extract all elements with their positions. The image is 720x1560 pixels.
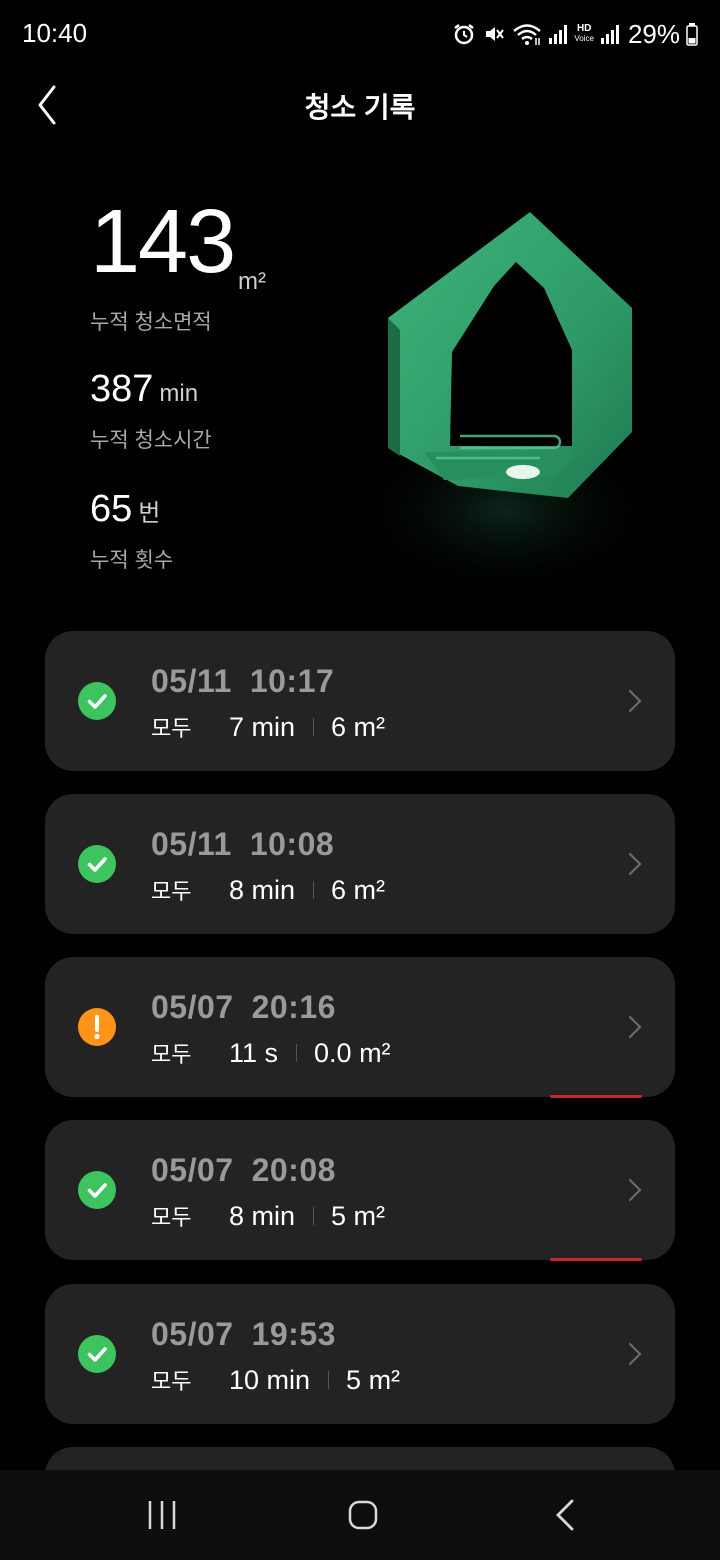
home-icon [348, 1500, 378, 1530]
status-bar: 10:40 HD Voice 29% [0, 0, 720, 70]
time-value: 387 [90, 368, 154, 410]
record-datetime: 05/11 10:17 [151, 663, 334, 700]
status-time: 10:40 [22, 18, 88, 48]
navigation-bar [0, 1470, 720, 1560]
status-icons: HD Voice 29% [452, 16, 698, 52]
record-card[interactable]: 05/07 19:53 모두 10 min 5 m² [45, 1284, 675, 1424]
record-date: 05/07 [151, 1316, 234, 1352]
recents-icon [148, 1501, 176, 1529]
record-datetime: 05/07 20:16 [151, 989, 336, 1026]
record-mode: 모두 [151, 1369, 192, 1394]
divider [328, 1371, 330, 1389]
record-time: 10:08 [249, 826, 335, 862]
record-time: 10:17 [249, 663, 335, 699]
record-area: 6 m² [331, 711, 386, 742]
record-duration: 8 min [229, 1200, 296, 1231]
chevron-right-icon [628, 1178, 642, 1202]
record-area: 0.0 m² [314, 1037, 391, 1068]
record-area: 5 m² [331, 1200, 386, 1231]
check-circle-icon [78, 1171, 116, 1209]
record-time: 20:08 [251, 1152, 336, 1188]
red-indicator [550, 1258, 642, 1261]
house-illustration [345, 212, 660, 600]
divider [313, 881, 315, 899]
record-details: 모두 11 s 0.0 m² [151, 1036, 391, 1070]
record-datetime: 05/07 20:08 [151, 1152, 336, 1189]
wifi-icon [513, 24, 542, 45]
check-circle-icon [78, 682, 116, 720]
check-circle-icon [78, 1335, 116, 1373]
time-stat: 387 min [90, 368, 198, 411]
count-label: 누적 횟수 [90, 549, 174, 572]
record-time: 19:53 [251, 1316, 336, 1352]
chevron-right-icon [628, 689, 642, 713]
count-stat: 65 번 [90, 488, 160, 531]
record-datetime: 05/11 10:08 [151, 826, 334, 863]
record-date: 05/11 [151, 826, 232, 862]
area-unit: m² [238, 268, 266, 295]
record-details: 모두 8 min 5 m² [151, 1199, 385, 1233]
record-mode: 모두 [151, 879, 192, 904]
record-duration: 8 min [229, 874, 296, 905]
header: 청소 기록 [0, 70, 720, 140]
page-title: 청소 기록 [304, 92, 416, 123]
nav-back-button[interactable] [536, 1492, 596, 1538]
record-date: 05/11 [151, 663, 232, 699]
time-label: 누적 청소시간 [90, 429, 212, 452]
red-indicator [550, 1095, 642, 1098]
record-card[interactable]: 05/07 20:08 모두 8 min 5 m² [45, 1120, 675, 1261]
record-area: 6 m² [331, 874, 386, 905]
record-card[interactable]: 05/07 20:16 모두 11 s 0.0 m² [45, 957, 675, 1098]
record-card[interactable]: 05/11 10:08 모두 8 min 6 m² [45, 794, 675, 934]
hd-voice-icon: HD Voice [574, 24, 594, 44]
record-duration: 7 min [229, 711, 296, 742]
record-date: 05/07 [151, 989, 234, 1025]
record-mode: 모두 [151, 716, 192, 741]
record-duration: 10 min [229, 1364, 311, 1395]
count-unit: 번 [138, 500, 161, 527]
battery-icon [686, 23, 698, 46]
back-icon [556, 1499, 574, 1531]
record-details: 모두 8 min 6 m² [151, 873, 385, 907]
count-value: 65 [90, 488, 133, 530]
alarm-icon [454, 24, 475, 45]
record-duration: 11 s [229, 1037, 279, 1068]
chevron-right-icon [628, 852, 642, 876]
chevron-right-icon [628, 1342, 642, 1366]
check-circle-icon [78, 845, 116, 883]
home-button[interactable] [333, 1492, 393, 1538]
record-datetime: 05/07 19:53 [151, 1316, 336, 1353]
record-area: 5 m² [346, 1364, 401, 1395]
record-date: 05/07 [151, 1152, 234, 1188]
record-mode: 모두 [151, 1205, 192, 1230]
mute-icon [486, 27, 505, 41]
hd-label: HD [576, 23, 592, 34]
battery-percent: 29% [627, 18, 680, 49]
record-card[interactable]: 05/11 10:17 모두 7 min 6 m² [45, 631, 675, 771]
divider [296, 1044, 298, 1062]
record-time: 20:16 [251, 989, 336, 1025]
recents-button[interactable] [132, 1492, 192, 1538]
divider [313, 718, 315, 736]
record-details: 모두 7 min 6 m² [151, 710, 385, 744]
signal-icon [549, 25, 568, 44]
record-mode: 모두 [151, 1042, 192, 1067]
time-unit: min [159, 380, 199, 407]
record-details: 모두 10 min 5 m² [151, 1363, 400, 1397]
warning-icon [78, 1008, 116, 1046]
divider [313, 1207, 315, 1225]
voice-label: Voice [574, 34, 594, 43]
area-value: 143 [90, 192, 236, 292]
signal-icon [600, 25, 619, 44]
chevron-right-icon [628, 1015, 642, 1039]
area-label: 누적 청소면적 [90, 311, 212, 334]
